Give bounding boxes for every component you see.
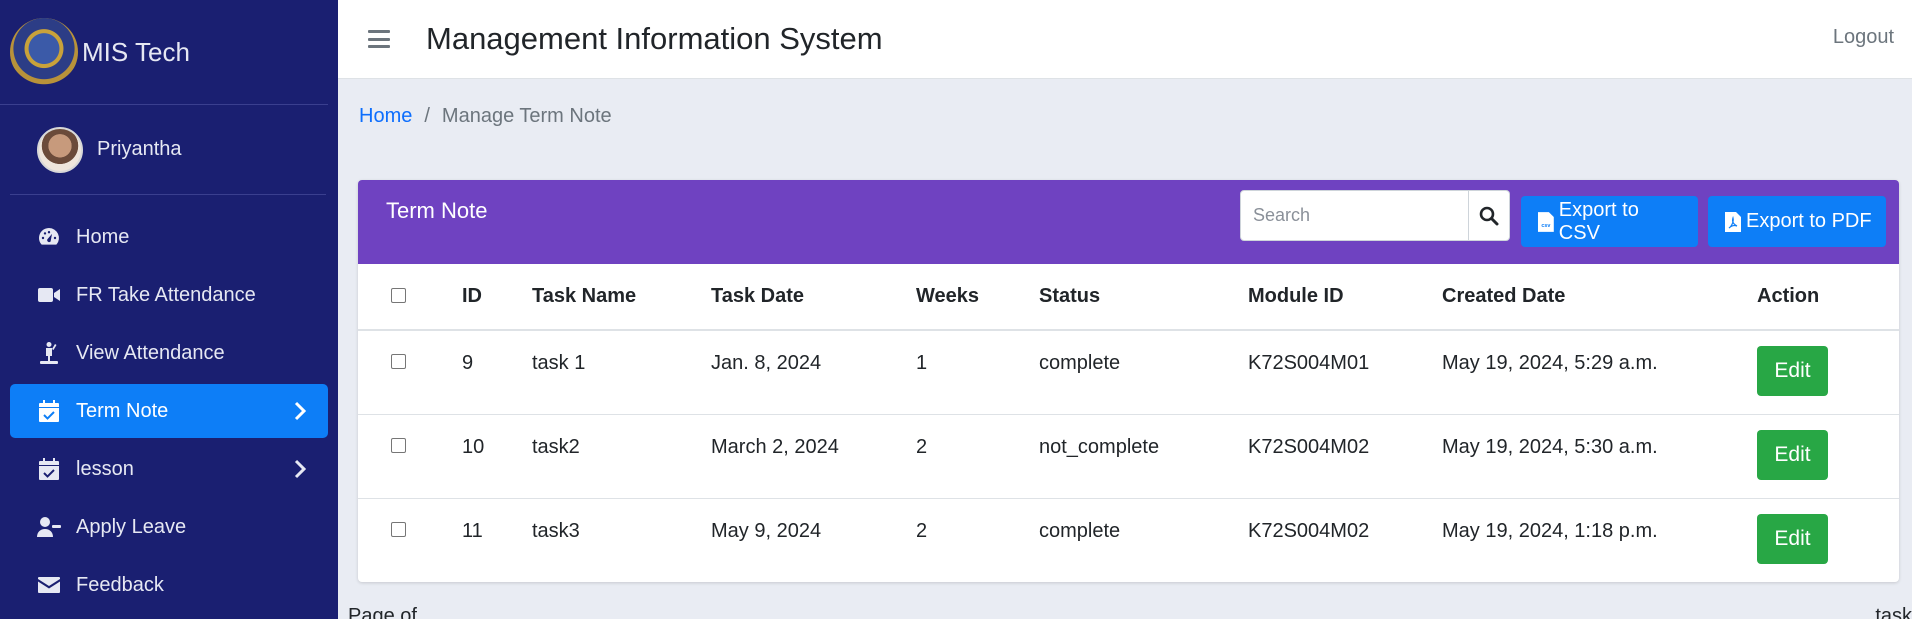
cell-weeks: 1: [916, 330, 1039, 415]
envelope-icon: [36, 572, 62, 598]
brand[interactable]: MIS Tech: [0, 0, 328, 105]
calendar-check-icon: [36, 398, 62, 424]
sidebar-item-term-note[interactable]: Term Note: [10, 384, 328, 438]
pagination-text: Page of: [348, 605, 417, 619]
column-header: Action: [1757, 264, 1899, 331]
sidebar-item-label: Feedback: [76, 573, 164, 596]
logout-link[interactable]: Logout: [1833, 26, 1894, 49]
cell-created-date: May 19, 2024, 1:18 p.m.: [1442, 519, 1658, 542]
edit-button[interactable]: Edit: [1757, 513, 1828, 564]
avatar: [37, 126, 83, 173]
card-header: Term Note csv Export to CSV Export to PD…: [358, 180, 1899, 264]
cell-module-id: K72S004M01: [1248, 330, 1442, 415]
page-title: Management Information System: [426, 21, 883, 56]
search-input[interactable]: [1240, 190, 1469, 241]
cell-task-date: Jan. 8, 2024: [711, 330, 916, 415]
search-group: [1240, 190, 1510, 241]
brand-name: MIS Tech: [82, 36, 190, 67]
cell-weeks: 2: [916, 519, 928, 542]
cell-module-id: K72S004M02: [1248, 414, 1442, 499]
table-row: 9 task 1 Jan. 8, 2024 1 complete K72S004…: [358, 330, 1899, 415]
column-header[interactable]: Module ID: [1248, 264, 1442, 331]
breadcrumb-home-link[interactable]: Home: [359, 105, 412, 128]
sidebar-item-home[interactable]: Home: [10, 210, 328, 264]
search-icon: [1479, 206, 1499, 225]
term-note-card: Term Note csv Export to CSV Export to PD…: [358, 180, 1899, 582]
export-pdf-button[interactable]: Export to PDF: [1708, 196, 1886, 247]
cell-task-name: task2: [532, 414, 711, 499]
edit-button[interactable]: Edit: [1757, 346, 1828, 396]
table-row: 11 task3 May 9, 2024 2 complete K72S004M…: [358, 498, 1899, 582]
menu-toggle-icon[interactable]: [368, 30, 390, 48]
sidebar-item-label: Term Note: [76, 399, 169, 422]
user-name: Priyantha: [97, 138, 182, 160]
csv-file-icon: csv: [1537, 211, 1554, 232]
table-row: 10 task2 March 2, 2024 2 not_complete K7…: [358, 414, 1899, 499]
user-minus-icon: [36, 514, 62, 540]
cell-created-date: May 19, 2024, 5:29 a.m.: [1442, 330, 1757, 415]
cell-status: not_complete: [1039, 414, 1248, 499]
pdf-file-icon: [1725, 211, 1741, 232]
sidebar-nav: Home FR Take Attendance View Attendance …: [0, 195, 338, 612]
export-pdf-label: Export to PDF: [1746, 210, 1872, 232]
chevron-right-icon: [294, 401, 307, 421]
cell-task-name: task 1: [532, 330, 711, 415]
export-csv-button[interactable]: csv Export to CSV: [1521, 196, 1698, 247]
video-camera-icon: [36, 282, 62, 308]
column-header[interactable]: Weeks: [916, 264, 1039, 331]
cell-weeks: 2: [916, 414, 1039, 499]
sidebar-item-label: Home: [76, 225, 130, 248]
cell-module-id: K72S004M02: [1248, 519, 1370, 542]
breadcrumb-current: Manage Term Note: [441, 105, 612, 127]
sidebar-item-label: Apply Leave: [76, 515, 187, 538]
brand-logo-icon: [10, 18, 78, 86]
row-checkbox[interactable]: [391, 437, 406, 453]
column-header[interactable]: Created Date: [1442, 264, 1757, 331]
search-button[interactable]: [1469, 190, 1510, 241]
term-note-table: ID Task Name Task Date Weeks Status Modu…: [358, 264, 1899, 582]
cell-task-date: March 2, 2024: [711, 414, 916, 499]
cell-id: 11: [462, 519, 483, 542]
person-raised-hand-icon: [36, 340, 62, 366]
column-header[interactable]: Task Date: [711, 264, 916, 331]
cell-id: 9: [462, 330, 532, 415]
calendar-check-icon: [36, 456, 62, 482]
sidebar-item-label: lesson: [76, 457, 134, 480]
row-checkbox[interactable]: [391, 354, 406, 369]
user-panel[interactable]: Priyantha: [10, 105, 326, 195]
sidebar-item-apply-leave[interactable]: Apply Leave: [10, 500, 328, 554]
top-bar: Management Information System Logout: [338, 0, 1912, 79]
sidebar-item-label: View Attendance: [76, 341, 225, 364]
cell-id: 10: [462, 414, 532, 499]
column-header[interactable]: ID: [462, 264, 532, 331]
sidebar-item-fr-take-attendance[interactable]: FR Take Attendance: [10, 268, 328, 322]
sidebar-item-view-attendance[interactable]: View Attendance: [10, 326, 328, 380]
cell-task-date: May 9, 2024: [711, 519, 822, 542]
cell-status: complete: [1039, 519, 1121, 542]
card-title: Term Note: [386, 198, 488, 223]
column-header[interactable]: Status: [1039, 264, 1248, 331]
edit-button[interactable]: Edit: [1757, 429, 1828, 480]
svg-text:csv: csv: [1541, 222, 1550, 228]
row-checkbox[interactable]: [391, 521, 406, 537]
select-all-checkbox[interactable]: [391, 288, 406, 303]
sidebar-item-feedback[interactable]: Feedback: [10, 558, 328, 612]
dashboard-gauge-icon: [36, 224, 62, 250]
sidebar-item-label: FR Take Attendance: [76, 283, 256, 306]
breadcrumb-separator: /: [424, 105, 430, 127]
breadcrumb: Home / Manage Term Note: [359, 105, 612, 128]
sidebar: MIS Tech Priyantha Home FR Take Attendan…: [0, 0, 338, 619]
footer-right-text: task: [1875, 605, 1912, 619]
export-csv-label: Export to CSV: [1558, 198, 1639, 244]
sidebar-item-lesson[interactable]: lesson: [10, 442, 328, 496]
chevron-right-icon: [294, 459, 307, 479]
cell-created-date: May 19, 2024, 5:30 a.m.: [1442, 414, 1757, 499]
cell-status: complete: [1039, 330, 1248, 415]
table-header-row: ID Task Name Task Date Weeks Status Modu…: [358, 264, 1899, 331]
cell-task-name: task3: [532, 519, 580, 542]
column-header[interactable]: Task Name: [532, 264, 711, 331]
